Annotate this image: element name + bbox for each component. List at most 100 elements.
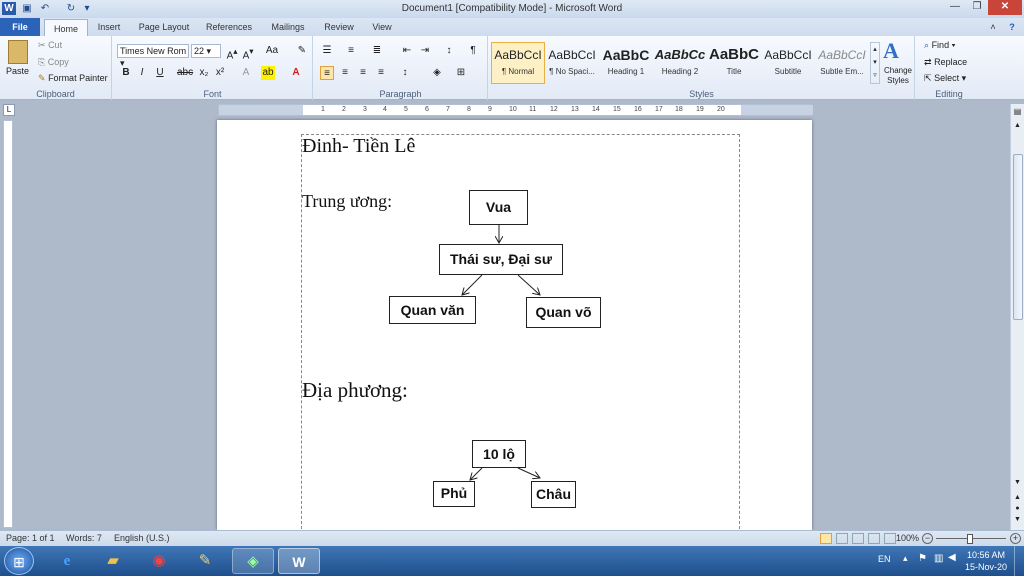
full-screen-reading-icon[interactable] (836, 533, 848, 544)
prev-page-icon[interactable]: ▲ (1012, 494, 1023, 504)
tab-review[interactable]: Review (318, 18, 360, 36)
style-subtle-emphasis[interactable]: AaBbCcI Subtle Em... (815, 42, 869, 84)
select-button[interactable]: ⇱ Select ▾ (924, 73, 966, 84)
cut-button[interactable]: ✂ Cut (38, 40, 62, 51)
styles-scroll[interactable]: ▴ ▾ ▿ (870, 42, 880, 84)
line-spacing-icon[interactable]: ↕ (398, 66, 412, 80)
style-heading-1[interactable]: AaBbC Heading 1 (599, 42, 653, 84)
word-taskbar-icon[interactable]: W (278, 548, 320, 574)
tab-mailings[interactable]: Mailings (264, 18, 312, 36)
paste-button[interactable]: Paste (6, 66, 29, 76)
increase-indent-icon[interactable]: ⇥ (418, 44, 432, 58)
replace-button[interactable]: ⇄ Replace (924, 57, 967, 68)
tab-insert[interactable]: Insert (90, 18, 128, 36)
word-count[interactable]: Words: 7 (66, 531, 102, 546)
style-title[interactable]: AaBbC Title (707, 42, 761, 84)
italic-icon[interactable]: I (135, 66, 149, 80)
next-page-icon[interactable]: ▼ (1012, 516, 1023, 526)
text-effects-icon[interactable]: A (239, 66, 253, 80)
draft-icon[interactable] (884, 533, 896, 544)
scroll-up-icon[interactable]: ▲ (1012, 122, 1023, 134)
font-group: Times New Rom ▾ 22 ▾ A▴ A▾ Aa ✎ B I U ab… (113, 36, 313, 100)
restore-button[interactable]: ❐ (966, 0, 988, 15)
bold-icon[interactable]: B (119, 66, 133, 80)
highlight-icon[interactable]: ab (261, 66, 275, 80)
subscript-icon[interactable]: x₂ (197, 66, 211, 80)
scroll-thumb[interactable] (1013, 154, 1023, 320)
style-normal[interactable]: AaBbCcI ¶ Normal (491, 42, 545, 84)
tab-page-layout[interactable]: Page Layout (134, 18, 194, 36)
text-frame[interactable]: Đinh- Tiền Lê Trung ương: Vua Thái sư, Đ… (301, 134, 740, 534)
shrink-font-icon[interactable]: A▾ (241, 44, 255, 61)
style-heading-2[interactable]: AaBbCc Heading 2 (653, 42, 707, 84)
change-case-icon[interactable]: Aa (265, 44, 279, 58)
minimize-ribbon-icon[interactable]: ˄ (986, 18, 1000, 36)
tray-arrow-icon[interactable]: ▴ (903, 553, 908, 564)
grow-font-icon[interactable]: A▴ (225, 44, 239, 61)
minimize-button[interactable]: — (944, 0, 966, 15)
ruler-number: 11 (529, 106, 537, 113)
show-desktop-button[interactable] (1014, 546, 1024, 576)
underline-icon[interactable]: U (153, 66, 167, 80)
change-styles-button[interactable]: Change Styles (881, 66, 915, 86)
copy-button[interactable]: ⎘ Copy (38, 57, 69, 68)
outline-icon[interactable] (868, 533, 880, 544)
superscript-icon[interactable]: x² (213, 66, 227, 80)
input-language[interactable]: EN (878, 554, 891, 564)
borders-icon[interactable]: ⊞ (454, 66, 468, 80)
multilevel-list-icon[interactable]: ≣ (370, 44, 384, 58)
zoom-in-icon[interactable]: + (1010, 533, 1021, 544)
sort-icon[interactable]: ↕ (442, 44, 456, 58)
internet-explorer-icon[interactable]: e (46, 548, 88, 574)
tab-references[interactable]: References (200, 18, 258, 36)
align-right-icon[interactable]: ≡ (356, 66, 370, 80)
ruler-toggle-icon[interactable]: ▤ (1012, 106, 1023, 118)
decrease-indent-icon[interactable]: ⇤ (400, 44, 414, 58)
app-icon[interactable]: ◈ (232, 548, 274, 574)
style-no-spacing[interactable]: AaBbCcI ¶ No Spaci... (545, 42, 599, 84)
shading-icon[interactable]: ◈ (430, 66, 444, 80)
horizontal-ruler[interactable]: 1 2 3 4 5 6 7 8 9 10 11 12 13 14 15 16 17 18 19 20 (218, 104, 813, 116)
zoom-out-icon[interactable]: − (922, 533, 933, 544)
justify-icon[interactable]: ≡ (374, 66, 388, 80)
bullets-icon[interactable]: ☰ (320, 44, 334, 58)
volume-icon[interactable]: ◀ (948, 552, 956, 563)
font-name-select[interactable]: Times New Rom ▾ (117, 44, 189, 68)
chrome-icon[interactable]: ◉ (138, 548, 180, 574)
print-layout-icon[interactable] (820, 533, 832, 544)
tab-file[interactable]: File (0, 18, 40, 36)
close-button[interactable]: ✕ (988, 0, 1022, 15)
network-icon[interactable]: ▥ (934, 553, 943, 564)
clock[interactable]: 10:56 AM 15-Nov-20 (962, 549, 1010, 573)
vertical-ruler[interactable] (3, 120, 13, 528)
change-styles-icon[interactable]: A (883, 38, 899, 64)
page-count[interactable]: Page: 1 of 1 (6, 531, 55, 546)
action-center-icon[interactable]: ⚑ (918, 553, 927, 564)
paste-icon[interactable] (8, 40, 28, 64)
zoom-level[interactable]: 100% (896, 531, 919, 546)
find-button[interactable]: ⌕ Find ▾ (924, 40, 955, 51)
tab-view[interactable]: View (364, 18, 400, 36)
style-subtitle[interactable]: AaBbCcI Subtitle (761, 42, 815, 84)
tab-selector-icon[interactable]: L (3, 104, 15, 116)
format-painter-button[interactable]: ✎ Format Painter (38, 73, 108, 84)
font-size-select[interactable]: 22 ▾ (191, 44, 221, 58)
vertical-scrollbar[interactable]: ▤ ▲ ▼ ▲ ● ▼ (1010, 104, 1024, 530)
show-marks-icon[interactable]: ¶ (466, 44, 480, 58)
web-layout-icon[interactable] (852, 533, 864, 544)
file-explorer-icon[interactable]: ▰ (92, 548, 134, 574)
help-icon[interactable]: ? (1004, 18, 1020, 36)
scroll-down-icon[interactable]: ▼ (1012, 479, 1023, 491)
zoom-slider-thumb[interactable] (967, 534, 973, 544)
clear-format-icon[interactable]: ✎ (295, 44, 309, 58)
tab-home[interactable]: Home (44, 19, 88, 36)
strikethrough-icon[interactable]: abc (177, 66, 193, 80)
paint-icon[interactable]: ✎ (184, 548, 226, 574)
numbering-icon[interactable]: ≡ (344, 44, 358, 58)
align-left-icon[interactable]: ≡ (320, 66, 334, 80)
start-button[interactable]: ⊞ (4, 547, 34, 575)
font-color-icon[interactable]: A (289, 66, 303, 80)
language-status[interactable]: English (U.S.) (114, 531, 170, 546)
select-browse-icon[interactable]: ● (1012, 505, 1023, 515)
align-center-icon[interactable]: ≡ (338, 66, 352, 80)
